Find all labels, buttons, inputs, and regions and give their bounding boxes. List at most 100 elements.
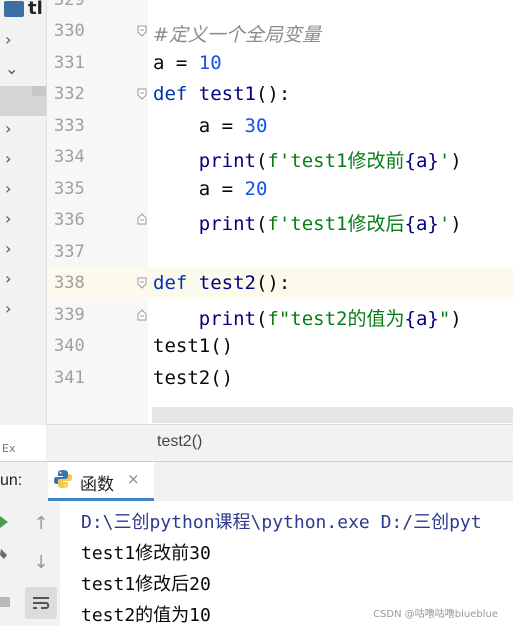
- run-tab-label: 函数: [80, 475, 114, 495]
- run-side-strip: [0, 501, 22, 626]
- code-token: 30: [244, 115, 268, 137]
- arrow-down-icon[interactable]: ↓: [30, 552, 52, 574]
- line-number: 331: [54, 53, 85, 73]
- code-token: 20: [244, 178, 268, 200]
- run-icon[interactable]: [0, 515, 10, 529]
- code-token: ': [438, 213, 451, 235]
- code-token: ): [450, 150, 462, 172]
- fold-end-marker-icon[interactable]: [137, 213, 147, 225]
- line-number: 334: [54, 147, 85, 167]
- code-token: print: [153, 213, 256, 235]
- run-toolbar: ↑ ↓: [22, 501, 61, 626]
- code-token: ": [438, 308, 451, 330]
- code-token: {a}: [404, 308, 439, 330]
- code-token: f"test2: [267, 308, 348, 330]
- code-line-341[interactable]: test2(): [153, 367, 233, 389]
- chevron-right-icon[interactable]: ›: [5, 181, 11, 197]
- fold-marker-icon[interactable]: [137, 277, 147, 289]
- project-folder-label[interactable]: tl: [28, 0, 43, 19]
- code-token: 的值为: [347, 308, 405, 330]
- console-command-line: D:\三创python课程\python.exe D:/三创pyt: [81, 512, 482, 533]
- python-icon: [54, 470, 72, 488]
- code-token: print: [153, 308, 256, 330]
- line-number: 329: [54, 0, 85, 10]
- close-icon[interactable]: ×: [127, 470, 140, 488]
- chevron-right-icon[interactable]: ›: [5, 211, 11, 227]
- fold-marker-icon[interactable]: [137, 88, 147, 100]
- breadcrumb-bar: test2(): [46, 424, 513, 461]
- code-token: test2: [187, 272, 256, 294]
- code-token: test2(): [153, 367, 234, 389]
- fold-end-marker-icon[interactable]: [137, 309, 147, 321]
- line-number: 332: [54, 84, 85, 104]
- arrow-up-icon[interactable]: ↑: [30, 513, 52, 535]
- line-number: 341: [54, 368, 85, 388]
- external-libraries-label[interactable]: Ex: [2, 442, 15, 455]
- fold-marker-icon[interactable]: [137, 25, 147, 37]
- code-token: ): [450, 213, 462, 235]
- horizontal-scrollbar[interactable]: [152, 407, 513, 423]
- chevron-right-icon[interactable]: ›: [5, 241, 11, 257]
- code-token: 修改后: [347, 213, 405, 235]
- code-token: a: [153, 178, 211, 200]
- code-line-339[interactable]: print(f"test2的值为{a}"): [153, 304, 462, 331]
- code-line-338[interactable]: def test2():: [153, 272, 290, 294]
- wrench-icon[interactable]: [0, 547, 10, 561]
- folder-icon: [4, 1, 24, 17]
- code-token: f'test1: [267, 150, 348, 172]
- line-number: 340: [54, 336, 85, 356]
- tree-selected-row[interactable]: [0, 86, 46, 116]
- code-token: (: [255, 308, 268, 330]
- code-line-333[interactable]: a = 30: [153, 115, 268, 137]
- code-token: =: [164, 52, 199, 74]
- chevron-down-icon[interactable]: ⌄: [5, 61, 18, 77]
- line-number: 339: [54, 305, 85, 325]
- code-token: ():: [255, 272, 291, 294]
- console-output-line: test1修改后20: [81, 574, 211, 595]
- code-token: def: [153, 83, 188, 105]
- chevron-right-icon[interactable]: ›: [5, 151, 11, 167]
- code-line-332[interactable]: def test1():: [153, 83, 290, 105]
- soft-wrap-icon[interactable]: [30, 592, 52, 614]
- comment-text: #定义一个全局变量: [153, 24, 321, 46]
- code-line-336[interactable]: print(f'test1修改后{a}'): [153, 209, 462, 236]
- code-token: a: [153, 115, 211, 137]
- watermark: CSDN @咕噜咕噜blueblue: [373, 609, 498, 620]
- chevron-right-icon[interactable]: ›: [5, 301, 11, 317]
- chevron-right-icon[interactable]: ›: [5, 271, 11, 287]
- code-line-334[interactable]: print(f'test1修改前{a}'): [153, 146, 462, 173]
- code-token: {a}: [404, 150, 439, 172]
- line-number: 333: [54, 116, 85, 136]
- code-token: (: [255, 150, 268, 172]
- run-label: un:: [0, 472, 23, 489]
- code-line-335[interactable]: a = 20: [153, 178, 268, 200]
- code-token: =: [210, 178, 245, 200]
- code-line-331[interactable]: a = 10: [153, 52, 222, 74]
- code-token: ': [438, 150, 451, 172]
- line-number: 335: [54, 179, 85, 199]
- breadcrumb[interactable]: test2(): [157, 433, 202, 451]
- chevron-right-icon[interactable]: ›: [5, 121, 11, 137]
- code-token: 10: [198, 52, 222, 74]
- chevron-right-icon[interactable]: ›: [5, 32, 11, 48]
- line-number: 330: [54, 21, 85, 41]
- code-token: test1: [187, 83, 256, 105]
- code-token: print: [153, 150, 256, 172]
- run-toolwindow-header: un: 函数 ×: [0, 461, 513, 502]
- code-token: f'test1: [267, 213, 348, 235]
- console-output-line: test2的值为10: [81, 605, 211, 626]
- code-token: ): [450, 308, 462, 330]
- code-token: a: [153, 52, 165, 74]
- code-line-330[interactable]: #定义一个全局变量: [153, 20, 321, 47]
- run-tab[interactable]: 函数 ×: [48, 462, 154, 501]
- stop-icon[interactable]: [0, 597, 10, 607]
- code-token: {a}: [404, 213, 439, 235]
- code-token: =: [210, 115, 245, 137]
- line-number: 336: [54, 210, 85, 230]
- line-number: 338: [54, 273, 85, 293]
- code-token: def: [153, 272, 188, 294]
- code-token: 修改前: [347, 150, 405, 172]
- code-token: (: [255, 213, 268, 235]
- code-line-340[interactable]: test1(): [153, 335, 233, 357]
- line-number: 337: [54, 242, 85, 262]
